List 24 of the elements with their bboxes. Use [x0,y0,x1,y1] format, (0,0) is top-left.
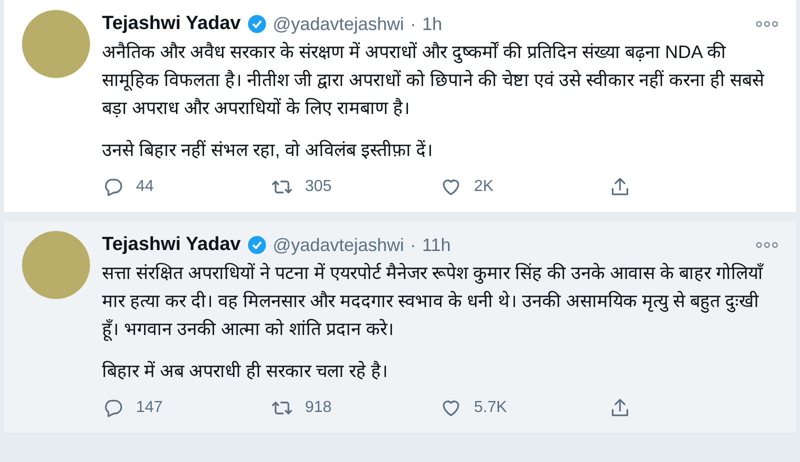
retweet-count: 918 [305,399,332,417]
tweet-text: अनैतिक और अवैध सरकार के संरक्षण में अपराधों और दुष्कर्मों की प्रतिदिन संख्या बढ़ना NDA की सामूहिक विफलता है। नीतीश जी द्वारा अपराधों को छिपाने की चेष्टा एवं उसे स्वीकार नहीं करना ही सबसे बड़ा अपराध और अपराधियों के लिए रामबाण है। [102,40,766,120]
user-name: Tejashwi Yadav [102,13,241,35]
tweet-text: सत्ता संरक्षित अपराधियों ने पटना में एयरपोर्ट मैनेजर रूपेश कुमार सिंह की उनके आवास के बाहर गोलियाँ मार हत्या कर दी। वह मिलनसार और मददगार स्वभाव के धनी थे। उनकी असामयिक मृत्यु से बहुत दुःखी हूँ। भगवान उनकी आत्मा को शांति प्रदान करे। [102,262,765,343]
like-count: 2K [474,178,494,196]
share-icon[interactable] [609,176,631,198]
tweet-text: उनसे बिहार नहीं संभल रहा, वो अविलंब इस्तीफ़ा दें। [102,138,434,162]
retweet-count: 305 [305,178,332,196]
more-icon[interactable] [756,21,778,27]
more-icon[interactable] [756,242,778,248]
separator-dot: · [410,234,416,256]
speech-bubble-icon[interactable] [102,397,124,419]
like-count: 5.7K [474,399,507,417]
timestamp: 11h [422,234,451,256]
tweet-text: बिहार में अब अपराधी ही सरकार चला रहे है। [102,360,390,383]
share-icon[interactable] [609,397,631,419]
reply-count: 44 [136,178,154,196]
user-name: Tejashwi Yadav [102,234,241,256]
speech-bubble-icon[interactable] [102,176,124,198]
user-handle: @yadavtejashwi [272,234,404,256]
timestamp: 1h [422,14,442,34]
user-handle: @yadavtejashwi [272,14,404,34]
separator-dot: · [410,14,416,34]
reply-count: 147 [136,399,163,417]
